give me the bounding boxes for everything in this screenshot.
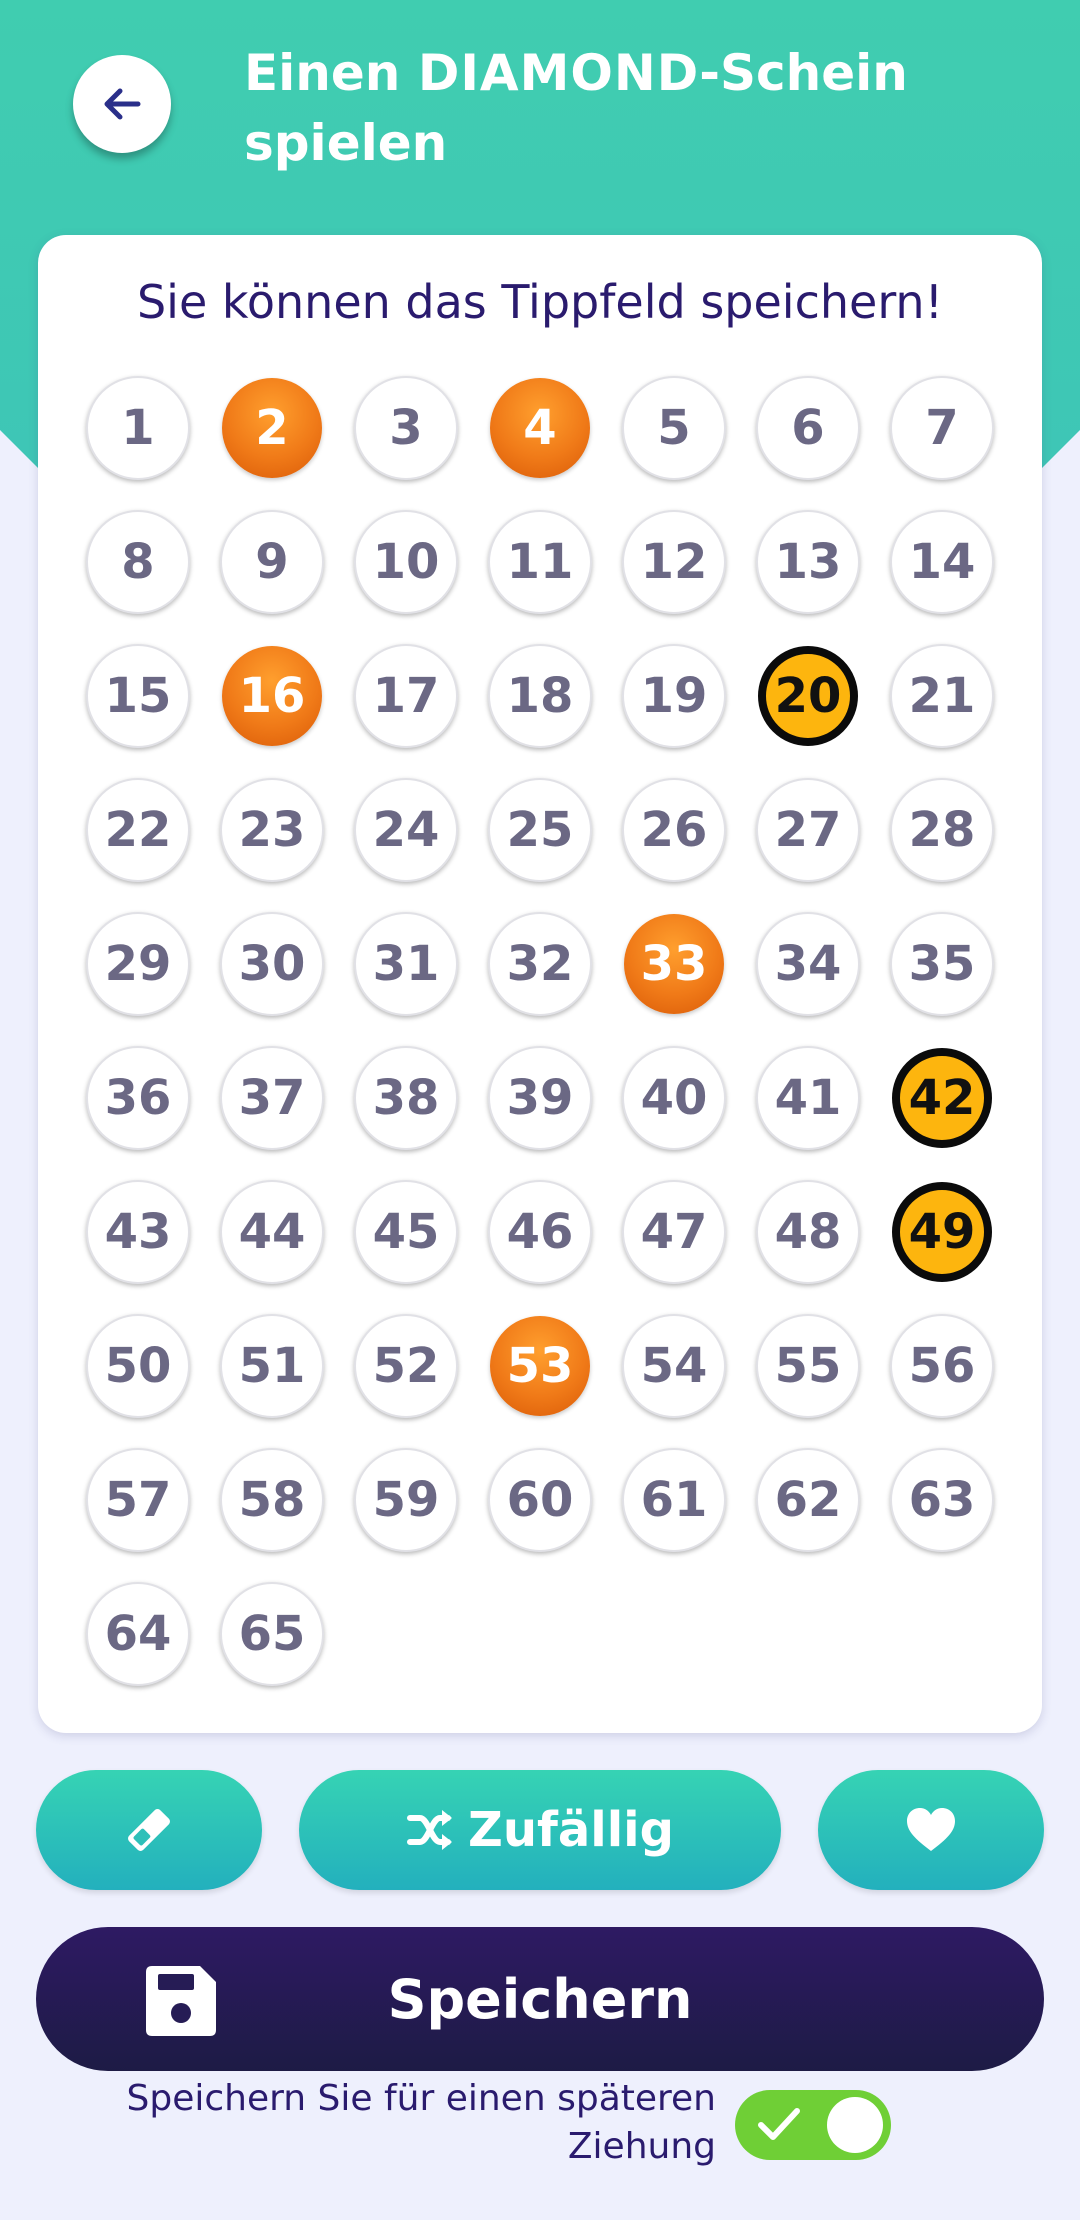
number-ball-10[interactable]: 10 (354, 510, 458, 614)
number-ball-47[interactable]: 47 (622, 1180, 726, 1284)
number-ball-13[interactable]: 13 (756, 510, 860, 614)
title-prefix: Einen (244, 44, 418, 102)
arrow-left-icon (104, 88, 141, 120)
number-ball-25[interactable]: 25 (488, 778, 592, 882)
number-ball-12[interactable]: 12 (622, 510, 726, 614)
checkmark-icon (758, 2108, 800, 2140)
number-ball-27[interactable]: 27 (756, 778, 860, 882)
number-ball-28[interactable]: 28 (890, 778, 994, 882)
number-ball-62[interactable]: 62 (756, 1448, 860, 1552)
number-ball-21[interactable]: 21 (890, 644, 994, 748)
number-ball-3[interactable]: 3 (354, 376, 458, 480)
number-ball-5[interactable]: 5 (622, 376, 726, 480)
number-ball-49[interactable]: 49 (892, 1182, 992, 1282)
number-ball-23[interactable]: 23 (220, 778, 324, 882)
number-grid-card: Sie können das Tippfeld speichern! 12345… (38, 235, 1042, 1733)
save-button[interactable]: Speichern (36, 1927, 1044, 2071)
number-ball-63[interactable]: 63 (890, 1448, 994, 1552)
number-ball-22[interactable]: 22 (86, 778, 190, 882)
title-suffix: -Schein (699, 44, 908, 102)
toggle-knob (827, 2097, 883, 2153)
number-ball-2[interactable]: 2 (222, 378, 322, 478)
number-ball-59[interactable]: 59 (354, 1448, 458, 1552)
later-draw-line-2: Ziehung (567, 2126, 716, 2167)
number-ball-58[interactable]: 58 (220, 1448, 324, 1552)
number-ball-29[interactable]: 29 (86, 912, 190, 1016)
number-ball-65[interactable]: 65 (220, 1582, 324, 1686)
number-grid: 1 2 3 4 5 6 7 8 9 10 11 12 13 14 15 16 17 18 19 20 21 22 23 24 2… (38, 235, 1042, 1733)
number-ball-17[interactable]: 17 (354, 644, 458, 748)
number-ball-16[interactable]: 16 (222, 646, 322, 746)
number-ball-9[interactable]: 9 (220, 510, 324, 614)
number-ball-6[interactable]: 6 (756, 376, 860, 480)
number-ball-46[interactable]: 46 (488, 1180, 592, 1284)
number-ball-50[interactable]: 50 (86, 1314, 190, 1418)
number-ball-44[interactable]: 44 (220, 1180, 324, 1284)
number-ball-52[interactable]: 52 (354, 1314, 458, 1418)
number-ball-54[interactable]: 54 (622, 1314, 726, 1418)
number-ball-26[interactable]: 26 (622, 778, 726, 882)
number-ball-35[interactable]: 35 (890, 912, 994, 1016)
number-ball-53[interactable]: 53 (490, 1316, 590, 1416)
clear-button[interactable] (36, 1770, 262, 1890)
number-ball-38[interactable]: 38 (354, 1046, 458, 1150)
number-ball-11[interactable]: 11 (488, 510, 592, 614)
number-ball-1[interactable]: 1 (86, 376, 190, 480)
number-ball-36[interactable]: 36 (86, 1046, 190, 1150)
number-ball-20[interactable]: 20 (758, 646, 858, 746)
eraser-icon (128, 1809, 170, 1851)
random-button[interactable]: Zufällig (299, 1770, 781, 1890)
number-ball-43[interactable]: 43 (86, 1180, 190, 1284)
save-label: Speichern (387, 1967, 693, 2031)
later-draw-line-1: Speichern Sie für einen späteren (126, 2078, 717, 2119)
number-ball-39[interactable]: 39 (488, 1046, 592, 1150)
number-ball-19[interactable]: 19 (622, 644, 726, 748)
number-ball-24[interactable]: 24 (354, 778, 458, 882)
number-ball-32[interactable]: 32 (488, 912, 592, 1016)
back-button[interactable] (73, 55, 171, 153)
number-ball-55[interactable]: 55 (756, 1314, 860, 1418)
number-ball-33[interactable]: 33 (624, 914, 724, 1014)
number-ball-14[interactable]: 14 (890, 510, 994, 614)
number-ball-37[interactable]: 37 (220, 1046, 324, 1150)
favorite-button[interactable] (818, 1770, 1044, 1890)
number-ball-7[interactable]: 7 (890, 376, 994, 480)
number-ball-42[interactable]: 42 (892, 1048, 992, 1148)
number-ball-64[interactable]: 64 (86, 1582, 190, 1686)
later-draw-label: Speichern Sie für einen späteren Ziehung (76, 2075, 717, 2171)
page-title: Einen DIAMOND-Schein spielen (244, 38, 1044, 178)
title-line-2: spielen (244, 114, 448, 172)
random-label: Zufällig (468, 1802, 674, 1858)
number-ball-56[interactable]: 56 (890, 1314, 994, 1418)
number-ball-15[interactable]: 15 (86, 644, 190, 748)
number-ball-4[interactable]: 4 (490, 378, 590, 478)
number-ball-41[interactable]: 41 (756, 1046, 860, 1150)
title-brand: DIAMOND (417, 44, 700, 102)
number-ball-51[interactable]: 51 (220, 1314, 324, 1418)
heart-icon (907, 1808, 955, 1851)
number-ball-61[interactable]: 61 (622, 1448, 726, 1552)
number-ball-31[interactable]: 31 (354, 912, 458, 1016)
number-ball-34[interactable]: 34 (756, 912, 860, 1016)
later-draw-toggle[interactable] (735, 2090, 891, 2160)
number-ball-57[interactable]: 57 (86, 1448, 190, 1552)
number-ball-8[interactable]: 8 (86, 510, 190, 614)
number-ball-48[interactable]: 48 (756, 1180, 860, 1284)
number-ball-45[interactable]: 45 (354, 1180, 458, 1284)
number-ball-30[interactable]: 30 (220, 912, 324, 1016)
number-ball-40[interactable]: 40 (622, 1046, 726, 1150)
shuffle-icon (407, 1810, 453, 1850)
number-ball-60[interactable]: 60 (488, 1448, 592, 1552)
number-ball-18[interactable]: 18 (488, 644, 592, 748)
